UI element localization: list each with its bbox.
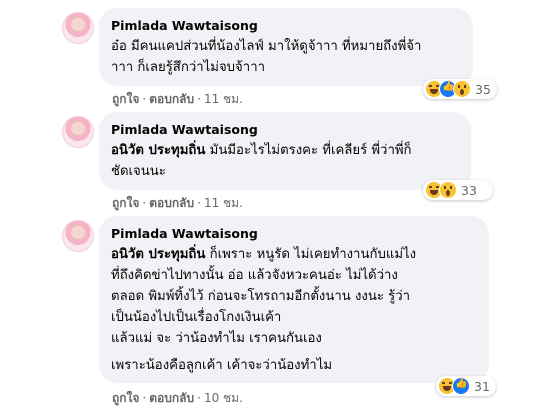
reply-link[interactable]: ตอบกลับ [149,391,194,405]
mention-link[interactable]: อนิวัต ประทุมถิ่น [111,143,205,158]
reaction-count: 33 [461,182,477,198]
like-icon [452,377,470,395]
comment-actions: ถูกใจ · ตอบกลับ · 11 ชม. [112,196,243,210]
comment-line: ชัดเจนนะ [111,164,166,179]
reaction-count: 35 [475,81,491,97]
like-link[interactable]: ถูกใจ [112,92,139,106]
like-link[interactable]: ถูกใจ [112,196,139,210]
comment-line: แล้วแม่ จะ ว่าน้องทำไม เราคนกันเอง [111,331,322,346]
reaction-summary[interactable]: 31 [436,376,496,396]
comment-line: อ๋อ มีคนแคปส่วนที่น้องไลฟ์ มาให้ดูจ้าาา … [111,39,422,54]
comment-line: ก็เพราะ หนูรัด ไม่เคยทำงานกับแม่ไง [209,247,417,262]
reaction-count: 31 [474,378,490,394]
reply-link[interactable]: ตอบกลับ [149,92,194,106]
comment-line: ที่ถึงคิดข่าไปทางนั้น อ่อ แล้วจังหวะคนอ่… [111,268,398,283]
wow-icon [439,181,457,199]
comment-actions: ถูกใจ · ตอบกลับ · 11 ชม. [112,92,243,106]
comment-line: าาา ก็เลยรู้สึกว่าไม่จบจ้าาา [111,60,266,75]
avatar[interactable] [62,12,94,44]
comment-line: เป็นน้องไปเป็นเรื่องโกงเงินเค้า [111,310,282,325]
comment-actions: ถูกใจ · ตอบกลับ · 10 ชม. [112,391,243,405]
timestamp[interactable]: 11 ชม. [204,196,243,210]
reply-link[interactable]: ตอบกลับ [149,196,194,210]
author-name[interactable]: Pimlada Wawtaisong [111,225,477,242]
comment-bubble: Pimlada Wawtaisong อ๋อ มีคนแคปส่วนที่น้อ… [99,8,473,86]
comment-text: อนิวัต ประทุมถิ่น มันมีอะไรไม่ตรงคะ ที่เ… [111,140,459,182]
timestamp[interactable]: 10 ชม. [204,391,243,405]
reaction-summary[interactable]: 33 [423,180,493,200]
avatar[interactable] [62,220,94,252]
comment-bubble: Pimlada Wawtaisong อนิวัต ประทุมถิ่น ก็เ… [99,216,489,383]
reaction-summary[interactable]: 35 [423,79,497,99]
author-name[interactable]: Pimlada Wawtaisong [111,121,459,138]
wow-icon [453,80,471,98]
comment-line: ตลอด พิมพ์ทิ้งไว้ ก่อนจะโทรถามอีกตั้งนาน… [111,289,411,304]
timestamp[interactable]: 11 ชม. [204,92,243,106]
like-link[interactable]: ถูกใจ [112,391,139,405]
comment-line: เพราะน้องคือลูกเค้า เค้าจะว่าน้องทำไม [111,358,333,373]
comment-text: อ๋อ มีคนแคปส่วนที่น้องไลฟ์ มาให้ดูจ้าาา … [111,36,461,78]
mention-link[interactable]: อนิวัต ประทุมถิ่น [111,247,205,262]
comment-line: มันมีอะไรไม่ตรงคะ ที่เคลียร์ พี่ว่าพี่ก็ [209,143,412,158]
avatar[interactable] [62,116,94,148]
author-name[interactable]: Pimlada Wawtaisong [111,17,461,34]
comment-text: อนิวัต ประทุมถิ่น ก็เพราะ หนูรัด ไม่เคยท… [111,244,477,376]
comment-bubble: Pimlada Wawtaisong อนิวัต ประทุมถิ่น มัน… [99,112,471,190]
